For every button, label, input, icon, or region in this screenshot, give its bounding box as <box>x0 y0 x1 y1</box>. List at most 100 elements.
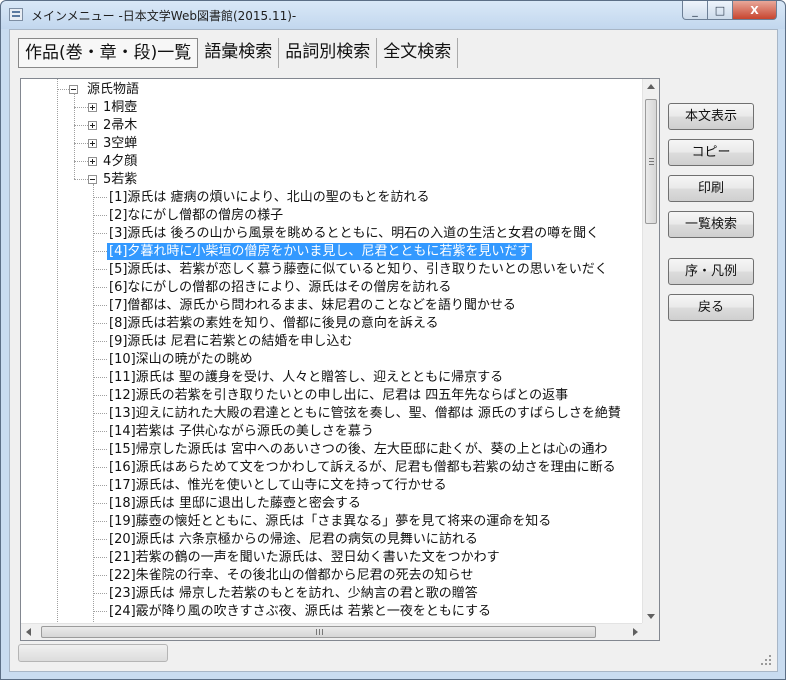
status-bar <box>18 644 168 662</box>
tree-line <box>93 485 107 486</box>
app-icon[interactable] <box>9 8 23 21</box>
scroll-down-icon[interactable] <box>647 614 655 619</box>
horizontal-scrollbar[interactable] <box>21 623 643 640</box>
tree-line <box>57 79 58 624</box>
client-area: 作品(巻・章・段)一覧 語彙検索 品詞別検索 全文検索 源氏物語 1桐壺 2帚木 3空… <box>9 29 778 672</box>
tree-node-chapter[interactable]: 5若紫 <box>101 171 139 188</box>
scroll-up-icon[interactable] <box>647 84 655 89</box>
show-text-button[interactable]: 本文表示 <box>668 103 754 130</box>
tree-node-section[interactable]: [17]源氏は、惟光を使いとして山寺に文を持って行かせる <box>107 477 449 494</box>
tree-line <box>93 413 107 414</box>
tree-node-section[interactable]: [22]朱雀院の行幸、その後北山の僧都から尼君の死去の知らせ <box>107 567 475 584</box>
expand-icon[interactable] <box>88 103 97 112</box>
collapse-icon[interactable] <box>69 85 78 94</box>
tree-node-root[interactable]: 源氏物語 <box>85 81 141 98</box>
tab-fulltext-search[interactable]: 全文検索 <box>377 38 459 68</box>
tree-line <box>93 575 107 576</box>
tree-node-section[interactable]: [20]源氏は 六条京極からの帰途、尼君の病気の見舞いに訪れる <box>107 531 480 548</box>
tree-node-section[interactable]: [21]若紫の鶴の一声を聞いた源氏は、翌日幼く書いた文をつかわす <box>107 549 502 566</box>
scroll-left-icon[interactable] <box>26 628 31 636</box>
tree-node-section[interactable]: [15]帰京した源氏は 宮中へのあいさつの後、左大臣邸に赴くが、葵の上とは心の通… <box>107 441 610 458</box>
list-search-button[interactable]: 一覧検索 <box>668 211 754 238</box>
tab-work-list[interactable]: 作品(巻・章・段)一覧 <box>18 38 199 68</box>
tree-node-section[interactable]: [12]源氏の若紫を引き取りたいとの申し出に、尼君は 四五年先ならばとの返事 <box>107 387 570 404</box>
tree-node-section[interactable]: [4]夕暮れ時に小柴垣の僧房をかいま見し、尼君とともに若紫を見いだす <box>107 243 533 260</box>
expand-icon[interactable] <box>88 139 97 148</box>
tree-node-section[interactable]: [16]源氏はあらためて文をつかわして訴えるが、尼君も僧都も若紫の幼さを理由に断… <box>107 459 618 476</box>
tree-node-chapter[interactable]: 2帚木 <box>101 117 139 134</box>
tree-line <box>93 431 107 432</box>
back-button[interactable]: 戻る <box>668 294 754 321</box>
tree-node-section[interactable]: [19]藤壺の懐妊とともに、源氏は「さま異なる」夢を見て将来の運命を知る <box>107 513 553 530</box>
maximize-button[interactable]: □ <box>708 1 733 20</box>
tree-line <box>93 395 107 396</box>
tree-node-section[interactable]: [2]なにがし僧都の僧房の様子 <box>107 207 285 224</box>
close-button[interactable]: X <box>733 1 777 20</box>
tab-bar: 作品(巻・章・段)一覧 語彙検索 品詞別検索 全文検索 <box>18 38 459 68</box>
tree-line <box>93 449 107 450</box>
title-bar[interactable]: メインメニュー -日本文学Web図書館(2015.11)- _ □ X <box>1 1 785 29</box>
tree-node-section[interactable]: [8]源氏は若紫の素姓を知り、僧都に後見の意向を訴える <box>107 315 441 332</box>
work-tree[interactable]: 源氏物語 1桐壺 2帚木 3空蝉 4夕顔 5若紫 [1]源氏は 瘧病の煩いにより、北山の聖の… <box>20 78 660 641</box>
vertical-scroll-thumb[interactable] <box>645 99 657 224</box>
tree-line <box>93 269 107 270</box>
tree-node-chapter[interactable]: 3空蝉 <box>101 135 139 152</box>
tree-node-chapter[interactable]: 1桐壺 <box>101 99 139 116</box>
tree-node-section[interactable]: [9]源氏は 尼君に若紫との結婚を申し込む <box>107 333 354 350</box>
tree-line <box>93 251 107 252</box>
preface-button[interactable]: 序・凡例 <box>668 258 754 285</box>
tree-line <box>93 341 107 342</box>
tree-line <box>93 503 107 504</box>
tree-line <box>74 161 88 162</box>
tree-node-section[interactable]: [23]源氏は 帰京した若紫のもとを訪れ、少納言の君と歌の贈答 <box>107 585 480 602</box>
tree-node-section[interactable]: [10]深山の暁がたの眺め <box>107 351 255 368</box>
vertical-scrollbar[interactable] <box>642 79 659 624</box>
tree-node-section[interactable]: [5]源氏は、若紫が恋しく慕う藤壺に似ていると知り、引き取りたいとの思いをいだく <box>107 261 610 278</box>
tree-node-section[interactable]: [18]源氏は 里邸に退出した藤壺と密会する <box>107 495 363 512</box>
tree-line <box>93 593 107 594</box>
tree-line <box>93 557 107 558</box>
tree-node-section[interactable]: [13]迎えに訪れた大殿の君達とともに管弦を奏し、聖、僧都は 源氏のすばらしさを… <box>107 405 623 422</box>
tab-part-of-speech-search[interactable]: 品詞別検索 <box>279 38 378 68</box>
caption-buttons: _ □ X <box>682 1 777 21</box>
tree-line <box>93 184 94 624</box>
tree-line <box>74 125 88 126</box>
tree-node-section[interactable]: [7]僧都は、源氏から問われるまま、妹尼君のことなどを語り聞かせる <box>107 297 518 314</box>
tree-node-section[interactable]: [3]源氏は 後ろの山から風景を眺めるとともに、明石の入道の生活と女君の噂を聞く <box>107 225 601 242</box>
tree-node-section[interactable]: [24]霰が降り風の吹きすさぶ夜、源氏は 若紫と一夜をともにする <box>107 603 493 620</box>
tree-line <box>74 107 88 108</box>
minimize-button[interactable]: _ <box>682 1 708 20</box>
copy-button[interactable]: コピー <box>668 139 754 166</box>
tree-line <box>93 323 107 324</box>
grip-icon <box>316 629 323 635</box>
tree-line <box>93 305 107 306</box>
minimize-icon: _ <box>692 3 698 17</box>
tree-line <box>93 377 107 378</box>
tree-node-section[interactable]: [6]なにがしの僧都の招きにより、源氏はその僧房を訪れる <box>107 279 453 296</box>
grip-icon <box>649 158 654 165</box>
tree-line <box>93 467 107 468</box>
tree-line <box>93 287 107 288</box>
expand-icon[interactable] <box>88 121 97 130</box>
tree-node-section[interactable]: [14]若紫は 子供心ながら源氏の美しさを慕う <box>107 423 376 440</box>
close-icon: X <box>750 3 759 17</box>
print-button[interactable]: 印刷 <box>668 175 754 202</box>
tree-node-section[interactable]: [11]源氏は 聖の護身を受け、人々と贈答し、迎えとともに帰京する <box>107 369 505 386</box>
scroll-right-icon[interactable] <box>633 628 638 636</box>
tree-line <box>93 197 107 198</box>
tree-node-section[interactable]: [1]源氏は 瘧病の煩いにより、北山の聖のもとを訪れる <box>107 189 432 206</box>
main-window: メインメニュー -日本文学Web図書館(2015.11)- _ □ X 作品(巻… <box>0 0 786 680</box>
tree-line <box>74 179 88 180</box>
scrollbar-corner <box>642 623 659 640</box>
tree-line <box>93 233 107 234</box>
resize-grip-icon[interactable] <box>761 655 771 665</box>
expand-icon[interactable] <box>88 157 97 166</box>
horizontal-scroll-thumb[interactable] <box>41 626 596 638</box>
tree-line <box>93 611 107 612</box>
tree-node-chapter[interactable]: 4夕顔 <box>101 153 139 170</box>
maximize-icon: □ <box>714 3 726 17</box>
tree-line <box>93 521 107 522</box>
tree-line <box>93 539 107 540</box>
collapse-icon[interactable] <box>88 175 97 184</box>
tab-vocabulary-search[interactable]: 語彙検索 <box>198 38 280 68</box>
